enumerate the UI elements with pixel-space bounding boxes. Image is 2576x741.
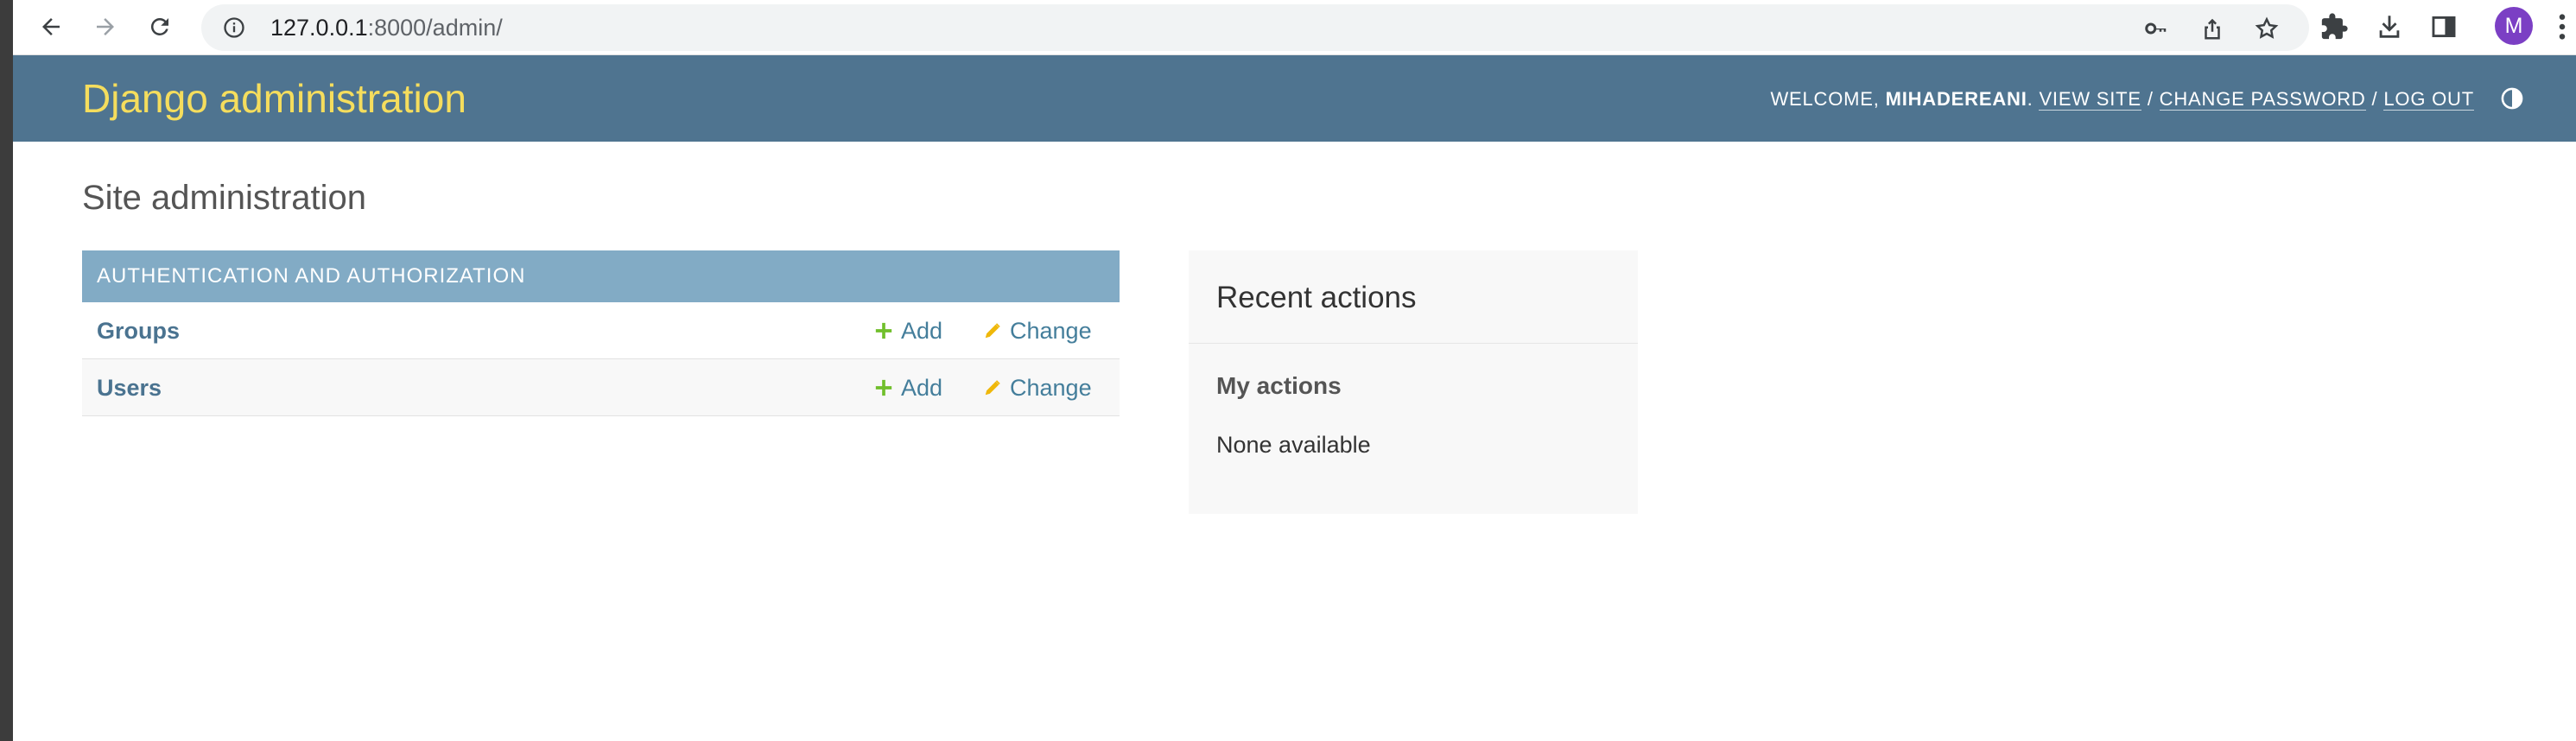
app-caption[interactable]: AUTHENTICATION AND AUTHORIZATION (82, 250, 1120, 302)
recent-actions-panel: Recent actions My actions None available (1189, 250, 1638, 514)
add-label: Add (901, 375, 943, 401)
page-title: Site administration (82, 179, 367, 217)
user-tools-separator: / (2371, 88, 2378, 110)
add-group-button[interactable]: Add (874, 317, 942, 345)
admin-header: Django administration WELCOME, MIHADEREA… (13, 55, 2576, 142)
url-path: :8000/admin/ (367, 15, 503, 41)
change-user-button[interactable]: Change (983, 374, 1092, 402)
welcome-text: WELCOME, (1770, 88, 1880, 110)
app-module-auth: AUTHENTICATION AND AUTHORIZATION Groups … (82, 250, 1120, 416)
change-label: Change (1010, 375, 1092, 401)
recent-actions-title: Recent actions (1216, 281, 1417, 314)
view-site-link[interactable]: VIEW SITE (2039, 88, 2141, 111)
plus-icon (875, 322, 892, 339)
three-dots-vertical-icon[interactable] (2556, 12, 2568, 41)
change-password-link[interactable]: CHANGE PASSWORD (2159, 88, 2366, 111)
add-user-button[interactable]: Add (874, 374, 942, 402)
profile-avatar[interactable]: M (2495, 7, 2533, 45)
url-host: 127.0.0.1 (270, 15, 368, 41)
browser-toolbar: 127.0.0.1:8000/admin/ M (13, 0, 2576, 55)
my-actions-heading: My actions (1216, 372, 1342, 399)
table-row: Users Add Change (82, 359, 1120, 416)
download-icon[interactable] (2375, 12, 2404, 41)
change-group-button[interactable]: Change (983, 317, 1092, 345)
model-link-groups[interactable]: Groups (97, 317, 180, 345)
divider (1189, 343, 1638, 344)
model-link-users[interactable]: Users (97, 374, 162, 402)
half-circle-contrast-icon[interactable] (2500, 86, 2524, 111)
back-button[interactable] (33, 9, 69, 45)
window-edge (0, 0, 13, 741)
reload-icon (150, 17, 168, 35)
side-panel-icon[interactable] (2429, 12, 2459, 41)
puzzle-icon[interactable] (2319, 12, 2349, 41)
empty-actions-text: None available (1216, 432, 1371, 458)
table-row: Groups Add Change (82, 302, 1120, 359)
change-label: Change (1010, 318, 1092, 344)
share-icon[interactable] (2199, 16, 2225, 41)
site-branding[interactable]: Django administration (82, 76, 466, 121)
forward-button[interactable] (87, 9, 124, 45)
add-label: Add (901, 318, 943, 344)
pencil-icon (985, 323, 1000, 339)
pencil-icon (985, 380, 1000, 396)
welcome-period: . (2027, 88, 2034, 110)
user-tools-separator: / (2147, 88, 2154, 110)
address-bar[interactable]: 127.0.0.1:8000/admin/ (201, 4, 2309, 51)
star-icon[interactable] (2254, 16, 2280, 41)
user-tools: WELCOME, MIHADEREANI. VIEW SITE / CHANGE… (1770, 86, 2474, 112)
key-icon[interactable] (2143, 16, 2169, 41)
info-icon[interactable] (222, 16, 246, 40)
log-out-link[interactable]: LOG OUT (2383, 88, 2474, 111)
arrow-right-icon (97, 18, 114, 35)
plus-icon (875, 379, 892, 396)
arrow-left-icon (42, 18, 60, 35)
url-text[interactable]: 127.0.0.1:8000/admin/ (270, 15, 503, 41)
username: MIHADEREANI (1885, 88, 2027, 110)
reload-button[interactable] (142, 9, 178, 45)
